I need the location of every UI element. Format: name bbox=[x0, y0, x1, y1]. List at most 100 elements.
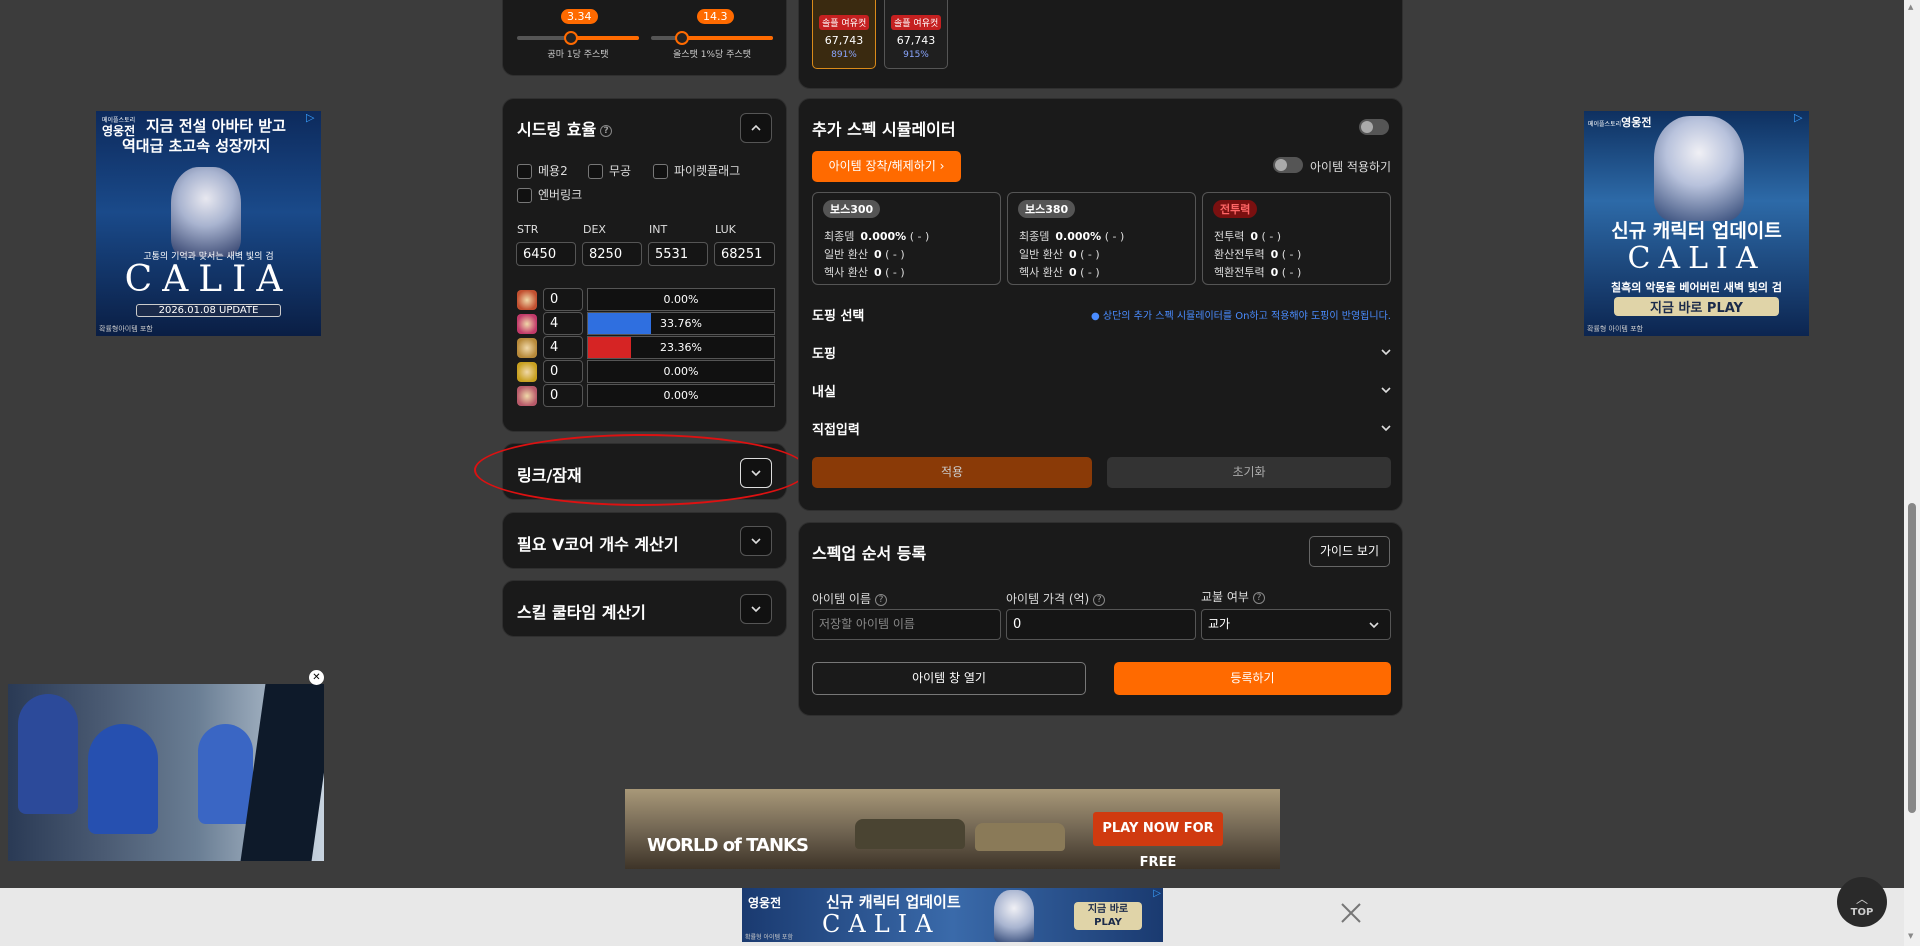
slider-right[interactable]: 14.3 bbox=[651, 9, 773, 49]
simulator-toggle[interactable] bbox=[1359, 119, 1389, 135]
trade-label: 교불 여부? bbox=[1201, 588, 1265, 605]
ad-foot: 확률형 아이템 포함 bbox=[1587, 325, 1643, 333]
check-item-3[interactable]: 엔버링크 bbox=[517, 186, 582, 203]
ad-choices-icon[interactable]: ▷ bbox=[1794, 111, 1807, 124]
chevron-down-icon bbox=[1381, 387, 1391, 394]
ad-character-figure bbox=[1654, 116, 1744, 221]
slider-left-handle[interactable] bbox=[564, 31, 578, 45]
ring-icon bbox=[517, 290, 537, 310]
ad-character-figure bbox=[171, 167, 241, 257]
chevron-up-icon: ︿ bbox=[1855, 892, 1868, 906]
ad-date: 2026.01.08 UPDATE bbox=[136, 304, 281, 317]
item-price-input[interactable]: 0 bbox=[1006, 609, 1196, 640]
top-card-1-value: 67,743 bbox=[824, 34, 864, 47]
doping-select-title: 도핑 선택 bbox=[812, 309, 865, 324]
scroll-down-arrow[interactable]: ▼ bbox=[1908, 932, 1913, 940]
ring-efficiency-bar: 23.36% bbox=[587, 336, 775, 359]
reset-button[interactable]: 초기화 bbox=[1107, 457, 1391, 488]
help-icon[interactable]: ? bbox=[875, 593, 888, 606]
tanks-cta[interactable]: PLAY NOW FOR FREE bbox=[1093, 812, 1223, 869]
trade-select[interactable]: 교가 bbox=[1201, 609, 1391, 640]
ring-icon bbox=[517, 386, 537, 406]
scrollbar-thumb[interactable] bbox=[1908, 503, 1916, 813]
video-person-3 bbox=[198, 724, 253, 824]
chevron-right-icon: › bbox=[939, 159, 945, 173]
help-icon[interactable]: ? bbox=[1093, 593, 1106, 606]
top-card-2[interactable]: 솔플 여유컷 67,743 915% bbox=[884, 0, 948, 69]
floating-video-ad[interactable] bbox=[8, 684, 324, 861]
ring-icon bbox=[517, 362, 537, 382]
stat-label-str: STR bbox=[517, 223, 539, 236]
checkbox[interactable] bbox=[517, 188, 532, 203]
slider-panel: 3.34 공마 1당 주스탯 14.3 올스탯 1%당 주스탯 bbox=[502, 0, 787, 76]
ad-line1: 신규 캐릭터 업데이트 bbox=[1611, 220, 1782, 242]
apply-item-toggle[interactable] bbox=[1273, 157, 1303, 173]
ad-character-figure bbox=[994, 890, 1034, 942]
tanks-ad-banner[interactable]: WORLD of TANKS PLAY NOW FOR FREE bbox=[625, 789, 1280, 869]
vcore-expand-button[interactable] bbox=[740, 526, 772, 556]
help-icon[interactable]: ? bbox=[1252, 591, 1265, 604]
naesil-row[interactable]: 내실 bbox=[812, 381, 1392, 400]
ring-level-input[interactable]: 0 bbox=[543, 360, 583, 383]
equip-item-button[interactable]: 아이템 장착/해제하기 › bbox=[812, 151, 961, 182]
stat-input-luk[interactable]: 68251 bbox=[714, 242, 775, 266]
check-item-2[interactable]: 파이렛플래그 bbox=[653, 162, 740, 179]
ring-efficiency-bar: 0.00% bbox=[587, 360, 775, 383]
open-item-window-button[interactable]: 아이템 창 열기 bbox=[812, 662, 1086, 695]
ad-cta[interactable]: 지금 바로 PLAY bbox=[1614, 297, 1779, 316]
top-card-1[interactable]: 솔플 여유컷 67,743 891% bbox=[812, 0, 876, 69]
chevron-down-icon bbox=[1381, 349, 1391, 356]
apply-button[interactable]: 적용 bbox=[812, 457, 1092, 488]
chevron-down-icon bbox=[751, 538, 761, 545]
stat-input-dex[interactable]: 8250 bbox=[582, 242, 642, 266]
seed-collapse-button[interactable] bbox=[740, 113, 772, 143]
scroll-up-arrow[interactable]: ▲ bbox=[1908, 3, 1913, 11]
stat-input-int[interactable]: 5531 bbox=[648, 242, 708, 266]
checkbox[interactable] bbox=[588, 164, 603, 179]
top-label: TOP bbox=[1850, 907, 1874, 918]
ad-choices-icon[interactable]: ▷ bbox=[306, 111, 319, 124]
slider-right-handle[interactable] bbox=[675, 31, 689, 45]
ring-level-input[interactable]: 0 bbox=[543, 384, 583, 407]
ad-line1: 지금 전설 아바타 받고 bbox=[146, 117, 286, 135]
stat-label-luk: LUK bbox=[715, 223, 736, 236]
check-item-1[interactable]: 무공 bbox=[588, 162, 631, 179]
slider-left[interactable]: 3.34 bbox=[517, 9, 639, 49]
right-ad-banner[interactable]: ▷ 메이플스토리영웅전 신규 캐릭터 업데이트 CALIA 칠흑의 악몽을 베어… bbox=[1584, 111, 1809, 336]
chevron-down-icon bbox=[1369, 622, 1379, 629]
ad-game: 영웅전 bbox=[748, 896, 782, 910]
help-icon[interactable]: ? bbox=[600, 124, 613, 137]
ring-efficiency-value: 0.00% bbox=[663, 293, 699, 306]
doping-row[interactable]: 도핑 bbox=[812, 343, 1392, 362]
check-item-0[interactable]: 메용2 bbox=[517, 162, 568, 179]
checkbox[interactable] bbox=[517, 164, 532, 179]
video-close-icon[interactable]: ✕ bbox=[309, 670, 324, 685]
ring-level-input[interactable]: 0 bbox=[543, 288, 583, 311]
ad-choices-icon[interactable]: ▷ bbox=[1153, 888, 1161, 899]
left-ad-banner[interactable]: ▷ 메이플스토리 영웅전 지금 전설 아바타 받고 역대급 초고속 성장까지 고… bbox=[96, 111, 321, 336]
cooldown-expand-button[interactable] bbox=[740, 594, 772, 624]
bottom-ad-close-icon[interactable] bbox=[1339, 901, 1363, 925]
scroll-top-button[interactable]: ︿ TOP bbox=[1837, 877, 1887, 927]
scrollbar-track[interactable]: ▲ ▼ bbox=[1904, 0, 1920, 946]
stat-input-str[interactable]: 6450 bbox=[516, 242, 576, 266]
checkbox[interactable] bbox=[653, 164, 668, 179]
boss300-row-2: 헥사 환산 0 ( - ) bbox=[824, 266, 905, 279]
ring-efficiency-bar: 33.76% bbox=[587, 312, 775, 335]
ad-foot: 확률형 아이템 포함 bbox=[745, 934, 793, 941]
ad-cta[interactable]: 지금 바로 PLAY bbox=[1074, 902, 1142, 930]
direct-input-row[interactable]: 직접입력 bbox=[812, 419, 1392, 438]
bottom-ad-banner[interactable]: ▷ 영웅전 신규 캐릭터 업데이트 CALIA 지금 바로 PLAY 확률형 아… bbox=[742, 888, 1163, 942]
ring-level-input[interactable]: 4 bbox=[543, 312, 583, 335]
ring-level-input[interactable]: 4 bbox=[543, 336, 583, 359]
item-name-input[interactable]: 저장할 아이템 이름 bbox=[812, 609, 1001, 640]
guide-button[interactable]: 가이드 보기 bbox=[1309, 536, 1390, 567]
register-button[interactable]: 등록하기 bbox=[1114, 662, 1391, 695]
apply-item-label: 아이템 적용하기 bbox=[1310, 160, 1392, 174]
tank-shape-1 bbox=[855, 819, 965, 849]
item-price-label: 아이템 가격 (억)? bbox=[1006, 590, 1106, 607]
boss380-row-0: 최종뎀 0.000% ( - ) bbox=[1019, 230, 1125, 243]
boss300-tag: 보스300 bbox=[823, 200, 881, 218]
boss300-card: 보스300 최종뎀 0.000% ( - ) 일반 환산 0 ( - ) 헥사 환산… bbox=[812, 192, 1001, 285]
cooldown-title: 스킬 쿨타임 계산기 bbox=[517, 603, 646, 622]
